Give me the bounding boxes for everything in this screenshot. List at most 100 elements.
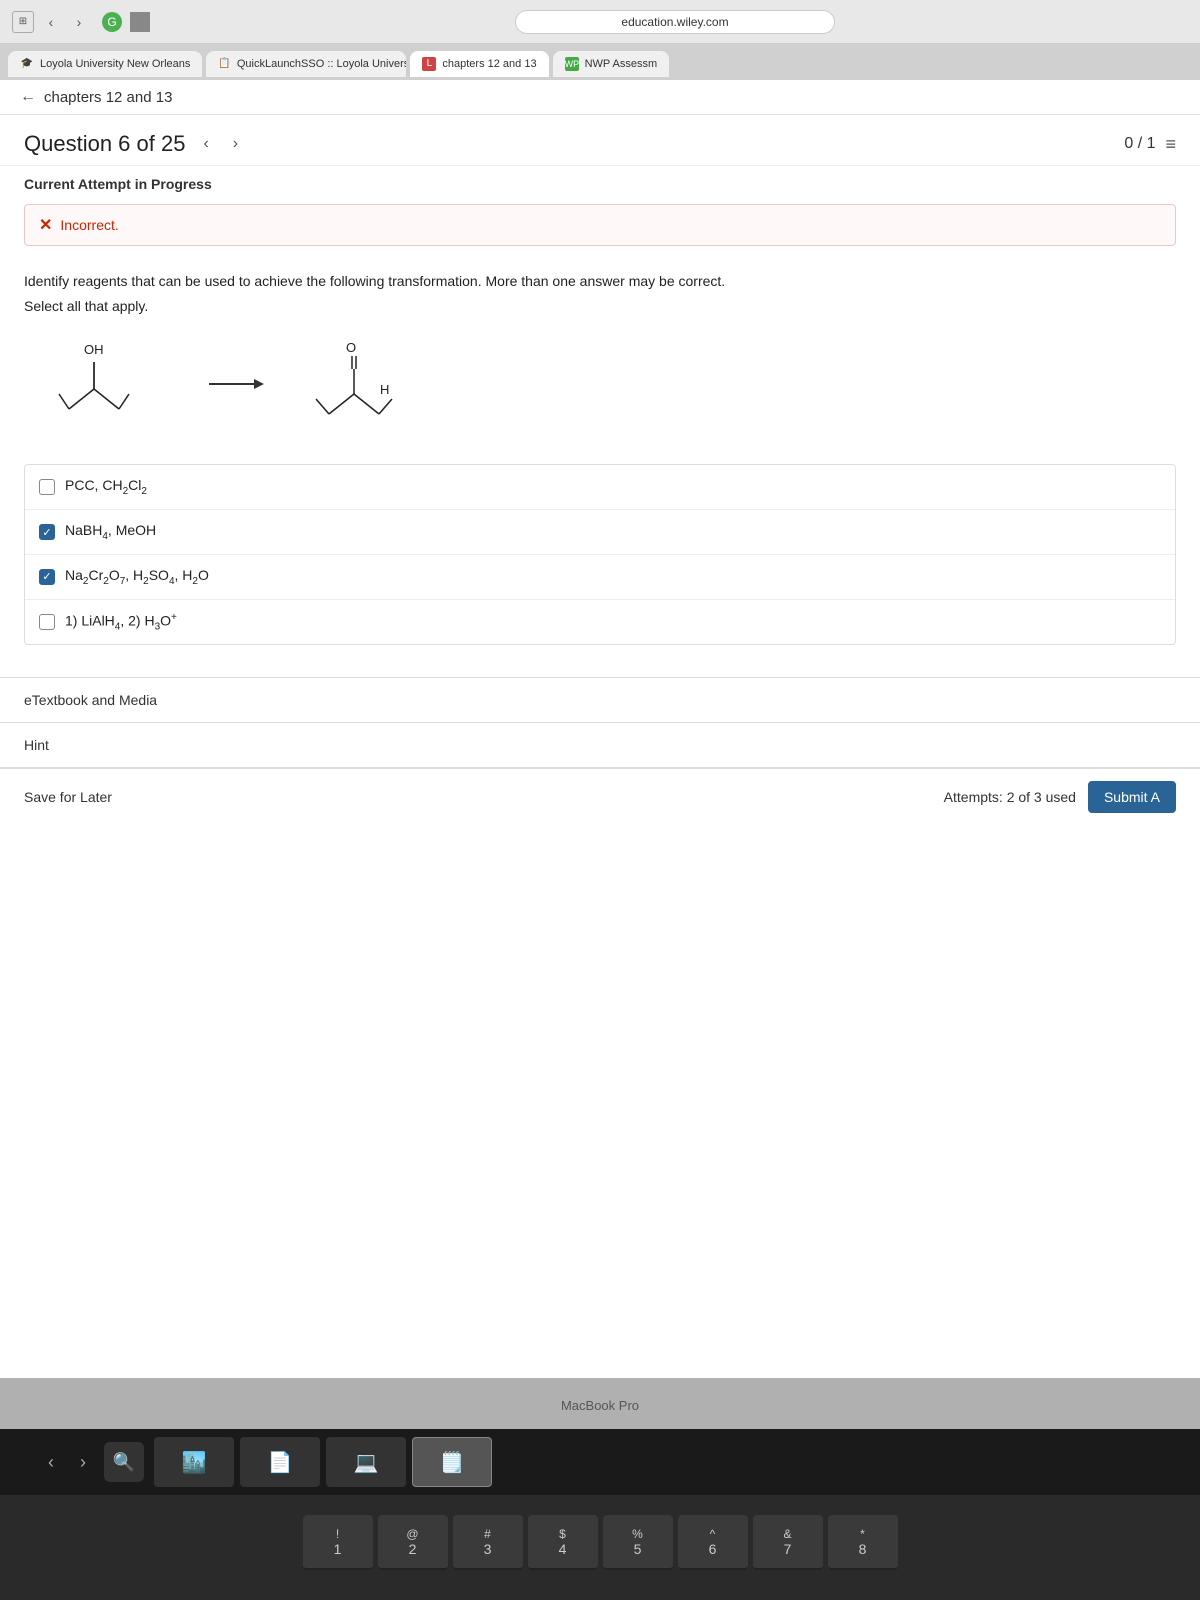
checkbox-liaih4[interactable] bbox=[39, 614, 55, 630]
taskbar-app-4[interactable]: 🗒️ bbox=[412, 1437, 492, 1487]
choice-text-nabh4: NaBH4, MeOH bbox=[65, 522, 156, 542]
key-7-top: & bbox=[783, 1527, 791, 1541]
sidebar-button[interactable]: ⊞ bbox=[12, 11, 34, 33]
choice-liaih4[interactable]: 1) LiAlH4, 2) H3O+ bbox=[25, 600, 1175, 644]
key-5-bottom: 5 bbox=[634, 1541, 642, 1557]
checkbox-nabh4[interactable] bbox=[39, 524, 55, 540]
macbook-label: MacBook Pro bbox=[0, 1398, 1200, 1413]
tab-loyola[interactable]: 🎓 Loyola University New Orleans bbox=[8, 51, 202, 77]
tab-label-chapters: chapters 12 and 13 bbox=[442, 58, 536, 70]
hint-label: Hint bbox=[24, 737, 49, 753]
tab-favicon-chapters: L bbox=[422, 57, 436, 71]
tab-favicon-loyola: 🎓 bbox=[20, 57, 34, 71]
choice-na2cr2o7[interactable]: Na2Cr2O7, H2SO4, H2O bbox=[25, 555, 1175, 600]
tab-label-loyola: Loyola University New Orleans bbox=[40, 58, 190, 70]
tab-favicon-nwp: WP bbox=[565, 57, 579, 71]
taskbar: ‹ › 🔍 🏙️ 📄 💻 🗒️ bbox=[0, 1429, 1200, 1495]
svg-text:H: H bbox=[380, 382, 389, 397]
key-3[interactable]: # 3 bbox=[453, 1515, 523, 1570]
taskbar-app-3-icon: 💻 bbox=[354, 1450, 379, 1475]
browser-chrome: ⊞ ‹ › G education.wiley.com bbox=[0, 0, 1200, 44]
key-2[interactable]: @ 2 bbox=[378, 1515, 448, 1570]
key-5-top: % bbox=[632, 1527, 643, 1541]
incorrect-icon: ✕ bbox=[39, 215, 52, 235]
google-icon: G bbox=[102, 12, 122, 32]
key-6-top: ^ bbox=[710, 1527, 716, 1541]
product-molecule: O H bbox=[294, 334, 434, 434]
taskbar-app-1-icon: 🏙️ bbox=[182, 1450, 207, 1475]
address-bar[interactable]: education.wiley.com bbox=[515, 10, 835, 34]
etextbook-section[interactable]: eTextbook and Media bbox=[0, 677, 1200, 722]
taskbar-app-2[interactable]: 📄 bbox=[240, 1437, 320, 1487]
tab-chapters[interactable]: L chapters 12 and 13 bbox=[410, 51, 548, 77]
key-8[interactable]: * 8 bbox=[828, 1515, 898, 1570]
page-content: ← chapters 12 and 13 Question 6 of 25 ‹ … bbox=[0, 80, 1200, 1378]
question-title: Question 6 of 25 bbox=[24, 131, 185, 157]
keyboard-row-1: ! 1 @ 2 # 3 $ 4 % 5 ^ 6 bbox=[40, 1515, 1160, 1570]
choice-text-pcc: PCC, CH2Cl2 bbox=[65, 477, 147, 497]
taskbar-back[interactable]: ‹ bbox=[40, 1451, 62, 1473]
key-4-bottom: 4 bbox=[559, 1541, 567, 1557]
question-header: Question 6 of 25 ‹ › 0 / 1 ≡ bbox=[0, 115, 1200, 166]
select-all-label: Select all that apply. bbox=[24, 298, 1176, 314]
search-taskbar-button[interactable]: 🔍 bbox=[104, 1442, 144, 1482]
key-3-bottom: 3 bbox=[484, 1541, 492, 1557]
svg-text:O: O bbox=[346, 340, 356, 355]
score-display: 0 / 1 bbox=[1124, 135, 1155, 153]
attempts-text: Attempts: 2 of 3 used bbox=[944, 789, 1076, 805]
address-bar-area: education.wiley.com bbox=[162, 10, 1188, 34]
feedback-banner: ✕ Incorrect. bbox=[24, 204, 1176, 246]
list-icon[interactable]: ≡ bbox=[1165, 134, 1176, 155]
key-4[interactable]: $ 4 bbox=[528, 1515, 598, 1570]
key-7[interactable]: & 7 bbox=[753, 1515, 823, 1570]
key-1-top: ! bbox=[336, 1527, 339, 1541]
key-3-top: # bbox=[484, 1527, 491, 1541]
right-bottom-area: Attempts: 2 of 3 used Submit A bbox=[944, 781, 1176, 813]
key-1[interactable]: ! 1 bbox=[303, 1515, 373, 1570]
taskbar-app-1[interactable]: 🏙️ bbox=[154, 1437, 234, 1487]
checkbox-pcc[interactable] bbox=[39, 479, 55, 495]
back-link-label[interactable]: chapters 12 and 13 bbox=[44, 89, 172, 106]
save-for-later-button[interactable]: Save for Later bbox=[24, 789, 112, 805]
submit-button[interactable]: Submit A bbox=[1088, 781, 1176, 813]
taskbar-app-3[interactable]: 💻 bbox=[326, 1437, 406, 1487]
key-4-top: $ bbox=[559, 1527, 566, 1541]
key-6-bottom: 6 bbox=[709, 1541, 717, 1557]
browser-nav: ⊞ ‹ › bbox=[12, 11, 90, 33]
keyboard-area: ! 1 @ 2 # 3 $ 4 % 5 ^ 6 bbox=[0, 1495, 1200, 1600]
choice-nabh4[interactable]: NaBH4, MeOH bbox=[25, 510, 1175, 555]
tab-bar: 🎓 Loyola University New Orleans 📋 QuickL… bbox=[0, 44, 1200, 80]
key-6[interactable]: ^ 6 bbox=[678, 1515, 748, 1570]
feedback-text: Incorrect. bbox=[60, 217, 118, 233]
tab-nwp[interactable]: WP NWP Assessm bbox=[553, 51, 670, 77]
taskbar-forward[interactable]: › bbox=[72, 1451, 94, 1473]
forward-button[interactable]: › bbox=[68, 11, 90, 33]
page-nav: ← chapters 12 and 13 bbox=[0, 80, 1200, 115]
key-8-top: * bbox=[860, 1527, 865, 1541]
prev-question-button[interactable]: ‹ bbox=[197, 133, 214, 155]
back-arrow-icon: ← bbox=[20, 88, 36, 106]
key-7-bottom: 7 bbox=[784, 1541, 792, 1557]
question-text: Identify reagents that can be used to ac… bbox=[24, 270, 1176, 292]
tab-quicklaunch[interactable]: 📋 QuickLaunchSSO :: Loyola University Ne… bbox=[206, 51, 406, 77]
attempt-label: Current Attempt in Progress bbox=[0, 166, 1200, 196]
key-2-top: @ bbox=[406, 1527, 418, 1541]
taskbar-app-4-icon: 🗒️ bbox=[440, 1450, 465, 1475]
hint-section[interactable]: Hint bbox=[0, 722, 1200, 767]
etextbook-label: eTextbook and Media bbox=[24, 692, 157, 708]
answer-choices: PCC, CH2Cl2 NaBH4, MeOH Na2Cr2O7, H2SO4,… bbox=[24, 464, 1176, 645]
key-8-bottom: 8 bbox=[859, 1541, 867, 1557]
taskbar-app-2-icon: 📄 bbox=[268, 1450, 293, 1475]
macbook-area: MacBook Pro ‹ › 🔍 🏙️ 📄 💻 🗒️ ! bbox=[0, 1378, 1200, 1600]
next-question-button[interactable]: › bbox=[227, 133, 244, 155]
svg-text:OH: OH bbox=[84, 342, 104, 357]
checkbox-na2cr2o7[interactable] bbox=[39, 569, 55, 585]
key-5[interactable]: % 5 bbox=[603, 1515, 673, 1570]
taskbar-apps: 🏙️ 📄 💻 🗒️ bbox=[154, 1437, 1160, 1487]
choice-text-na2cr2o7: Na2Cr2O7, H2SO4, H2O bbox=[65, 567, 209, 587]
choice-text-liaih4: 1) LiAlH4, 2) H3O+ bbox=[65, 612, 177, 632]
choice-pcc[interactable]: PCC, CH2Cl2 bbox=[25, 465, 1175, 510]
back-button[interactable]: ‹ bbox=[40, 11, 62, 33]
tab-favicon-quick: 📋 bbox=[218, 57, 230, 71]
tab-label-quick: QuickLaunchSSO :: Loyola University Ne..… bbox=[237, 58, 407, 70]
